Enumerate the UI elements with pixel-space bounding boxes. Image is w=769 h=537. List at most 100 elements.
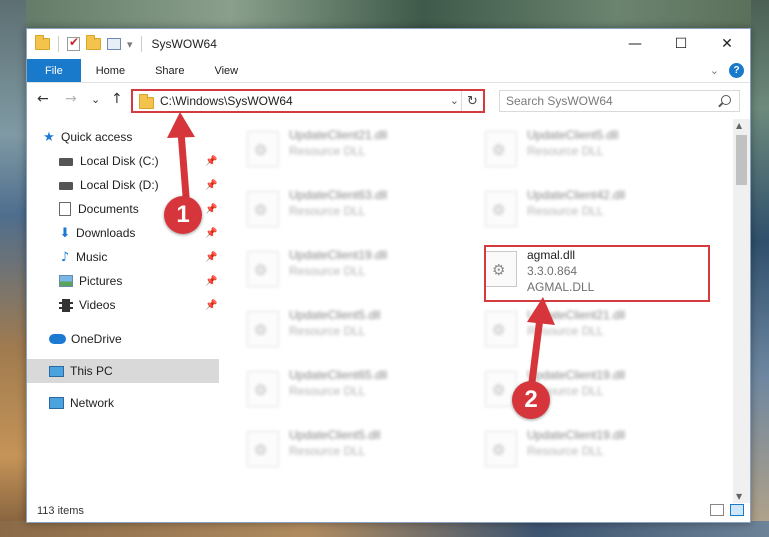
music-icon: ♪ <box>60 249 70 265</box>
help-icon[interactable]: ? <box>729 63 744 78</box>
file-description: Resource DLL <box>527 324 604 338</box>
sidebar-item-label: OneDrive <box>71 332 122 346</box>
pin-icon[interactable]: 📌 <box>205 252 217 263</box>
ribbon-right-controls: ⌄ ? <box>710 63 744 78</box>
file-tile[interactable]: UpdateClient21.dll Resource DLL <box>247 127 467 173</box>
file-tile[interactable]: UpdateClient42.dll Resource DLL <box>485 187 705 233</box>
large-icons-view-icon[interactable] <box>730 504 744 516</box>
pin-icon[interactable]: 📌 <box>205 180 217 191</box>
file-description: Resource DLL <box>527 204 604 218</box>
toolbar-dropdown-icon[interactable]: ▾ <box>127 38 133 51</box>
videos-icon <box>59 298 73 312</box>
file-tile[interactable]: UpdateClient63.dll Resource DLL <box>247 187 467 233</box>
search-input[interactable]: Search SysWOW64 <box>499 90 740 112</box>
file-name: UpdateClient19.dll <box>527 428 626 442</box>
new-folder-icon[interactable] <box>86 35 101 50</box>
desktop-background-bottom <box>0 521 769 537</box>
file-tile[interactable]: UpdateClient5.dll Resource DLL <box>247 427 467 473</box>
desktop-background-top <box>0 0 769 28</box>
details-view-icon[interactable] <box>710 504 724 516</box>
recent-locations-button[interactable]: ⌄ <box>91 93 100 106</box>
minimize-button[interactable]: — <box>612 29 658 59</box>
pin-icon[interactable]: 📌 <box>205 276 217 287</box>
quick-access-toolbar: ▾ <box>27 35 144 52</box>
address-path[interactable]: C:\Windows\SysWOW64 <box>160 94 293 108</box>
quick-access-star-icon: ★ <box>43 129 55 145</box>
file-name: UpdateClient65.dll <box>289 368 388 382</box>
sidebar-item-videos[interactable]: Videos 📌 <box>27 293 219 317</box>
file-name: UpdateClient5.dll <box>527 128 619 142</box>
dll-file-icon <box>247 251 279 287</box>
navigation-pane: ★ Quick access Local Disk (C:) 📌 Local D… <box>27 121 219 501</box>
item-count: 113 items <box>37 505 84 517</box>
tab-view[interactable]: View <box>199 59 253 82</box>
up-button[interactable]: ↑ <box>111 91 123 107</box>
close-button[interactable]: ✕ <box>704 29 750 59</box>
tab-file[interactable]: File <box>27 59 81 82</box>
this-pc-icon <box>49 365 64 377</box>
pin-icon[interactable]: 📌 <box>205 300 217 311</box>
forward-button[interactable]: → <box>65 91 77 107</box>
file-tile[interactable]: UpdateClient19.dll Resource DLL <box>485 427 705 473</box>
vertical-scrollbar[interactable]: ▲ ▼ <box>733 119 750 503</box>
file-name: UpdateClient19.dll <box>527 368 626 382</box>
file-name: UpdateClient42.dll <box>527 188 626 202</box>
sidebar-item-quick-access[interactable]: ★ Quick access <box>27 125 219 149</box>
callout-badge-1: 1 <box>164 196 202 234</box>
title-bar: ▾ SysWOW64 — ☐ ✕ <box>27 29 750 59</box>
refresh-icon[interactable]: ↻ <box>461 91 483 111</box>
file-description: Resource DLL <box>289 444 366 458</box>
onedrive-icon <box>49 334 66 344</box>
drive-icon <box>59 158 73 166</box>
file-explorer-window: ▾ SysWOW64 — ☐ ✕ File Home Share View ⌄ … <box>26 28 751 523</box>
window-controls: — ☐ ✕ <box>612 29 750 59</box>
dll-file-icon <box>247 371 279 407</box>
sidebar-item-label: Local Disk (D:) <box>80 178 159 192</box>
search-icon[interactable] <box>721 95 731 105</box>
scroll-up-icon[interactable]: ▲ <box>736 121 742 130</box>
sidebar-item-pictures[interactable]: Pictures 📌 <box>27 269 219 293</box>
pin-icon[interactable]: 📌 <box>205 156 217 167</box>
window-title: SysWOW64 <box>151 37 217 51</box>
downloads-icon: ⬇ <box>59 225 71 241</box>
sidebar-item-music[interactable]: ♪ Music 📌 <box>27 245 219 269</box>
desktop-background-left <box>0 0 26 537</box>
file-list: UpdateClient21.dll Resource DLL UpdateCli… <box>227 121 737 501</box>
dll-file-icon <box>247 191 279 227</box>
dll-file-icon <box>485 131 517 167</box>
sidebar-item-label: Documents <box>78 202 139 216</box>
sidebar-item-onedrive[interactable]: OneDrive <box>27 327 219 351</box>
sidebar-item-local-disk-c[interactable]: Local Disk (C:) 📌 <box>27 149 219 173</box>
file-description: Resource DLL <box>289 144 366 158</box>
dll-file-icon <box>247 131 279 167</box>
file-tile[interactable]: UpdateClient5.dll Resource DLL <box>247 307 467 353</box>
pin-icon[interactable]: 📌 <box>205 204 217 215</box>
folder-icon <box>139 93 154 109</box>
file-tile[interactable]: UpdateClient19.dll Resource DLL <box>247 247 467 293</box>
customize-toolbar-icon[interactable] <box>107 38 121 50</box>
desktop-background-right <box>751 0 769 537</box>
sidebar-item-label: Local Disk (C:) <box>80 154 159 168</box>
expand-ribbon-icon[interactable]: ⌄ <box>710 64 719 77</box>
address-dropdown-icon[interactable]: ⌄ <box>450 94 459 107</box>
maximize-button[interactable]: ☐ <box>658 29 704 59</box>
address-bar[interactable]: C:\Windows\SysWOW64 ⌄ ↻ <box>131 89 485 113</box>
file-tile[interactable]: UpdateClient65.dll Resource DLL <box>247 367 467 413</box>
status-bar: 113 items <box>27 500 750 522</box>
sidebar-item-label: Network <box>70 396 115 410</box>
file-tile[interactable]: UpdateClient5.dll Resource DLL <box>485 127 705 173</box>
tab-home[interactable]: Home <box>81 59 140 82</box>
sidebar-item-local-disk-d[interactable]: Local Disk (D:) 📌 <box>27 173 219 197</box>
sidebar-item-network[interactable]: Network <box>27 391 219 415</box>
scrollbar-thumb[interactable] <box>736 135 747 185</box>
sidebar-item-this-pc[interactable]: This PC <box>27 359 219 383</box>
sidebar-item-label: Videos <box>79 298 116 312</box>
dll-file-icon <box>485 311 517 347</box>
tab-share[interactable]: Share <box>140 59 199 82</box>
file-tile[interactable]: UpdateClient21.dll Resource DLL <box>485 307 705 353</box>
properties-check-icon[interactable] <box>67 35 80 51</box>
pictures-icon <box>59 275 73 287</box>
back-button[interactable]: ← <box>37 91 49 107</box>
dll-file-icon <box>247 311 279 347</box>
pin-icon[interactable]: 📌 <box>205 228 217 239</box>
